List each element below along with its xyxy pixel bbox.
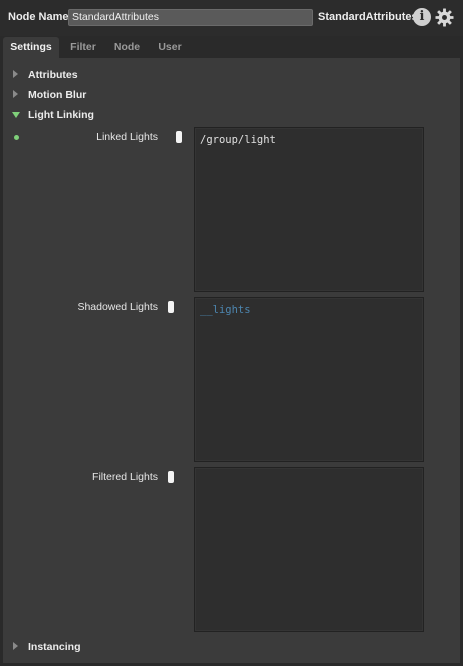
filtered-lights-field[interactable] [194, 467, 424, 632]
group-attributes[interactable]: Attributes [3, 66, 460, 84]
expand-triangle-icon[interactable] [13, 642, 18, 650]
collapse-triangle-icon[interactable] [12, 112, 20, 118]
shadowed-lights-label: Shadowed Lights [77, 301, 158, 313]
group-label: Attributes [28, 69, 78, 81]
group-instancing[interactable]: Instancing [3, 638, 460, 656]
info-icon[interactable]: i [413, 8, 431, 26]
node-name-label: Node Name [8, 11, 69, 23]
linked-lights-label: Linked Lights [96, 131, 158, 143]
tab-user[interactable]: User [150, 37, 190, 58]
filtered-lights-widget-handle[interactable] [168, 471, 174, 483]
edited-indicator-icon [14, 135, 19, 140]
expand-triangle-icon[interactable] [13, 70, 18, 78]
node-header: Node Name StandardAttributes StandardAtt… [0, 0, 463, 36]
group-label: Instancing [28, 641, 81, 653]
group-label: Motion Blur [28, 89, 87, 101]
linked-lights-widget-handle[interactable] [176, 131, 182, 143]
tab-filter[interactable]: Filter [62, 37, 104, 58]
settings-panel: Attributes Motion Blur Light Linking Lin… [3, 58, 460, 663]
expand-triangle-icon[interactable] [13, 90, 18, 98]
tab-settings[interactable]: Settings [3, 37, 59, 58]
group-light-linking[interactable]: Light Linking [3, 106, 460, 124]
shadowed-lights-widget-handle[interactable] [168, 301, 174, 313]
group-label: Light Linking [28, 109, 94, 121]
node-type-label: StandardAttributes [318, 11, 418, 23]
shadowed-lights-field[interactable]: __lights [194, 297, 424, 462]
linked-lights-field[interactable]: /group/light [194, 127, 424, 292]
group-motion-blur[interactable]: Motion Blur [3, 86, 460, 104]
gear-icon[interactable] [435, 8, 454, 27]
tab-bar: Settings Filter Node User [0, 37, 463, 58]
node-name-field[interactable]: StandardAttributes [68, 9, 313, 26]
tab-node[interactable]: Node [107, 37, 147, 58]
filtered-lights-label: Filtered Lights [92, 471, 158, 483]
